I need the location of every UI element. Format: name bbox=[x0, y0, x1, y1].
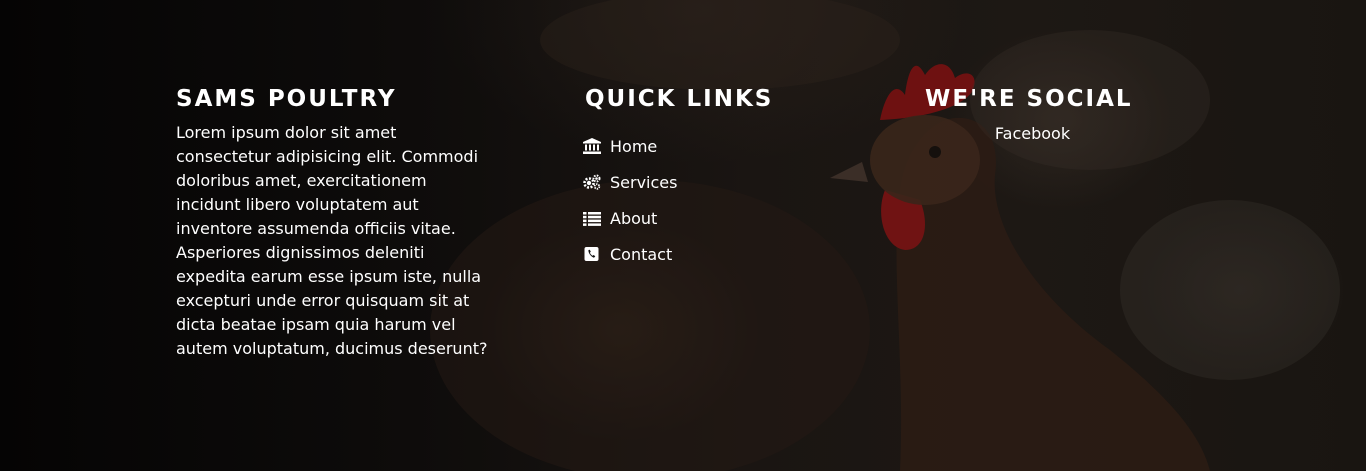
social-section: WE'RE SOCIAL Facebook bbox=[925, 86, 1140, 143]
quick-link-contact[interactable]: Contact bbox=[583, 236, 843, 272]
quick-links-section: QUICK LINKS Home Services About Contact bbox=[583, 86, 843, 272]
facebook-link[interactable]: Facebook bbox=[925, 124, 1140, 143]
about-text: Lorem ipsum dolor sit amet consectetur a… bbox=[176, 123, 488, 358]
quick-link-home[interactable]: Home bbox=[583, 128, 843, 164]
quick-link-label: Contact bbox=[610, 244, 673, 264]
list-icon bbox=[583, 210, 601, 226]
quick-links-title: QUICK LINKS bbox=[585, 86, 774, 112]
site-footer: SAMS POULTRY Lorem ipsum dolor sit amet … bbox=[0, 0, 1366, 471]
quick-link-label: About bbox=[610, 208, 658, 228]
bank-icon bbox=[583, 138, 601, 154]
about-section: SAMS POULTRY Lorem ipsum dolor sit amet … bbox=[176, 86, 496, 361]
gears-icon bbox=[583, 174, 601, 190]
quick-link-label: Services bbox=[610, 172, 678, 192]
phone-icon bbox=[583, 246, 601, 262]
about-title: SAMS POULTRY bbox=[176, 86, 397, 112]
social-title: WE'RE SOCIAL bbox=[925, 86, 1133, 112]
quick-link-about[interactable]: About bbox=[583, 200, 843, 236]
quick-links-list: Home Services About Contact bbox=[583, 128, 843, 272]
quick-link-services[interactable]: Services bbox=[583, 164, 843, 200]
quick-link-label: Home bbox=[610, 136, 658, 156]
